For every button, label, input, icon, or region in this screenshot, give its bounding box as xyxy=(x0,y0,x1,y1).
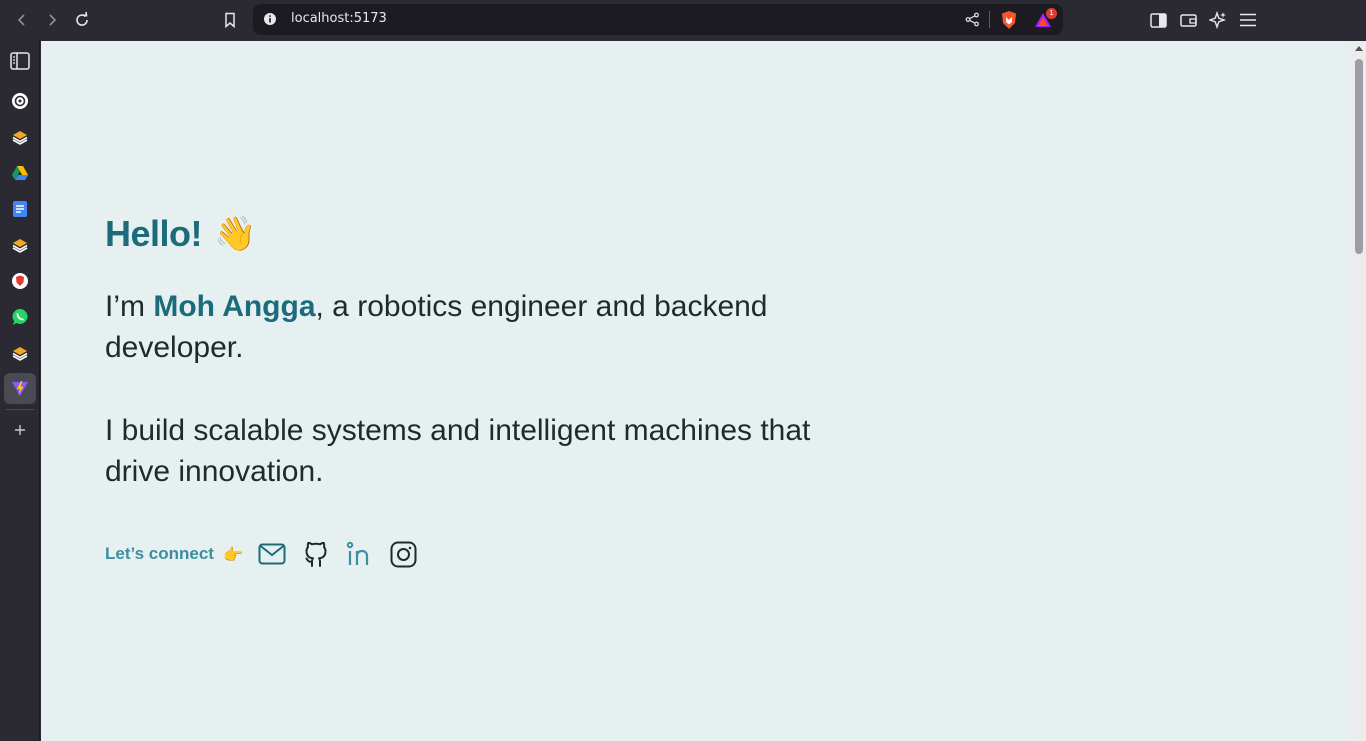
whatsapp-icon xyxy=(12,309,28,325)
reload-button[interactable] xyxy=(70,8,94,32)
browser-toolbar: localhost:5173 1 xyxy=(0,0,1366,40)
wallet-button[interactable] xyxy=(1176,8,1200,32)
intro-paragraph: I’m Moh Angga, a robotics engineer and b… xyxy=(105,286,825,368)
pointing-hand-icon: 👉 xyxy=(222,544,243,564)
wallet-icon xyxy=(1179,13,1197,27)
stack-icon xyxy=(12,239,28,253)
url-divider xyxy=(989,11,990,28)
sidebar-item-stack-1[interactable] xyxy=(8,125,32,149)
site-info-icon[interactable] xyxy=(263,12,277,26)
back-button[interactable] xyxy=(10,8,34,32)
page-content: Hello! 👋 I’m Moh Angga, a robotics engin… xyxy=(41,41,1351,741)
forward-icon xyxy=(49,14,57,26)
sparkle-icon xyxy=(1209,11,1227,29)
connect-label: Let’s connect xyxy=(105,544,214,563)
greeting-heading: Hello! 👋 xyxy=(105,213,256,255)
author-name: Moh Angga xyxy=(153,290,316,323)
browser-sidebar xyxy=(0,40,40,741)
sidebar-panel-icon xyxy=(1149,12,1167,28)
sidebar-toggle-button[interactable] xyxy=(1146,8,1170,32)
add-icon xyxy=(15,425,25,435)
reload-icon xyxy=(76,11,88,26)
sidebar-item-brave[interactable] xyxy=(8,269,32,293)
forward-button[interactable] xyxy=(40,8,64,32)
vertical-scrollbar[interactable] xyxy=(1351,41,1366,741)
vite-icon xyxy=(12,381,28,396)
description-paragraph: I build scalable systems and intelligent… xyxy=(105,414,811,488)
stack-icon xyxy=(12,131,28,145)
mail-icon xyxy=(258,543,286,565)
stack-icon xyxy=(12,347,28,361)
linkedin-icon xyxy=(346,541,368,565)
sidebar-divider xyxy=(6,409,34,410)
sidebar-item-google-docs[interactable] xyxy=(8,197,32,221)
bookmark-button[interactable] xyxy=(218,8,242,32)
sidebar-item-whatsapp[interactable] xyxy=(8,305,32,329)
instagram-icon xyxy=(390,541,417,567)
github-icon xyxy=(305,541,327,567)
url-bar[interactable]: localhost:5173 xyxy=(253,4,1063,35)
brave-shields-icon[interactable] xyxy=(1000,10,1018,30)
back-icon xyxy=(17,14,25,26)
brave-icon xyxy=(12,273,28,289)
google-drive-icon xyxy=(12,166,28,180)
sidebar-toggle-icon xyxy=(10,52,30,70)
instagram-link[interactable] xyxy=(389,539,419,569)
waving-hand-icon: 👋 xyxy=(214,215,256,253)
google-docs-icon xyxy=(13,201,27,217)
url-text[interactable]: localhost:5173 xyxy=(291,11,387,26)
sidebar-item-stack-3[interactable] xyxy=(8,341,32,365)
scroll-up-icon[interactable] xyxy=(1355,46,1363,51)
share-icon[interactable] xyxy=(965,12,980,27)
sidebar-item-google-drive[interactable] xyxy=(8,161,32,185)
leo-ai-button[interactable] xyxy=(1206,8,1230,32)
email-link[interactable] xyxy=(257,539,287,569)
sidebar-panel-button[interactable] xyxy=(8,49,32,73)
intro-prefix: I’m xyxy=(105,290,154,323)
hamburger-icon xyxy=(1240,13,1256,27)
sidebar-add-button[interactable] xyxy=(8,418,32,442)
menu-button[interactable] xyxy=(1236,8,1260,32)
greeting-text: Hello! xyxy=(105,213,203,254)
linkedin-link[interactable] xyxy=(345,539,375,569)
sidebar-item-stack-2[interactable] xyxy=(8,233,32,257)
scrollbar-thumb[interactable] xyxy=(1355,59,1363,254)
sidebar-item-vite[interactable] xyxy=(8,377,32,401)
sidebar-item-chatgpt[interactable] xyxy=(8,89,32,113)
github-link[interactable] xyxy=(301,539,331,569)
connect-row: Let’s connect 👉 xyxy=(105,539,419,569)
bookmark-icon xyxy=(225,12,235,28)
openai-icon xyxy=(12,93,28,109)
notification-badge: 1 xyxy=(1046,8,1057,19)
